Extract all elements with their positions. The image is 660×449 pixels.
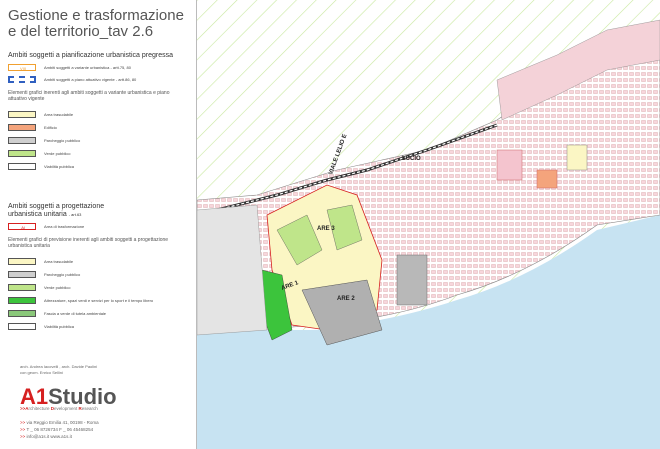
legend-swatch-parcheggio: Parcheggio pubblico (8, 137, 193, 146)
section1-heading: Ambiti soggetti a pianificazione urbanis… (8, 52, 173, 59)
label-are3: ARE 3 (317, 226, 335, 232)
legend-swatch-edificio: Edificio (8, 124, 193, 133)
block-pink-1 (496, 149, 523, 181)
legend-swatch2-area-trasudabile: Area trasudabile (8, 258, 193, 267)
legend-item-area-trasformazione: Al Area di trasformazione (8, 223, 193, 232)
pier (396, 254, 428, 306)
label-are2: ARE 2 (337, 296, 355, 302)
section2-heading: Ambiti soggetti a progettazione urbanist… (8, 203, 105, 218)
legend-swatch2-attrezzature: Attrezzature, spazi verdi e servizi per … (8, 297, 193, 306)
urban-plan-map[interactable]: LUCIO VIALE LELIO E ARE 1 ARE 2 ARE 3 (197, 0, 660, 449)
legend-swatch2-parcheggio: Parcheggio pubblico (8, 271, 193, 280)
old-town (197, 204, 268, 336)
legend-panel: Gestione e trasformazione e del territor… (0, 0, 197, 449)
label-road1: LUCIO (402, 156, 421, 162)
legend-swatch-viabilita: Viabilità pubblica (8, 163, 193, 172)
legend-item-variante: VIII Ambiti soggetti a variante urbanist… (8, 64, 193, 73)
section1-note: Elementi grafici inerenti agli ambiti so… (8, 90, 170, 102)
legend-swatch2-fascia-verde: Fascia a verde di tutela ambientale (8, 310, 193, 319)
legend-swatch2-verde: Verde pubblico (8, 284, 193, 293)
legend-swatch-area-trasudabile: Area trasudabile (8, 111, 193, 120)
map-svg: LUCIO VIALE LELIO E ARE 1 ARE 2 ARE 3 (197, 0, 660, 449)
section2-note: Elementi grafici di previsione inerenti … (8, 237, 169, 249)
legend-swatch-verde: Verde pubblico (8, 150, 193, 159)
block-orange (536, 169, 558, 189)
legend-item-piano-attuativo: Ambiti soggetti a piano attuativo vigent… (8, 76, 193, 85)
contacts: >> via Reggio Emilia 41, 00198 - Roma >>… (20, 420, 99, 439)
legend-swatch2-viabilita: Viabilità pubblica (8, 323, 193, 332)
block-yellow (566, 144, 588, 171)
map-title: Gestione e trasformazione e del territor… (8, 7, 184, 40)
logo-tagline: >>Architecture Development Research (20, 406, 98, 411)
credits: arch. Andrea Iacovelli , arch. Davide Pa… (20, 364, 98, 375)
